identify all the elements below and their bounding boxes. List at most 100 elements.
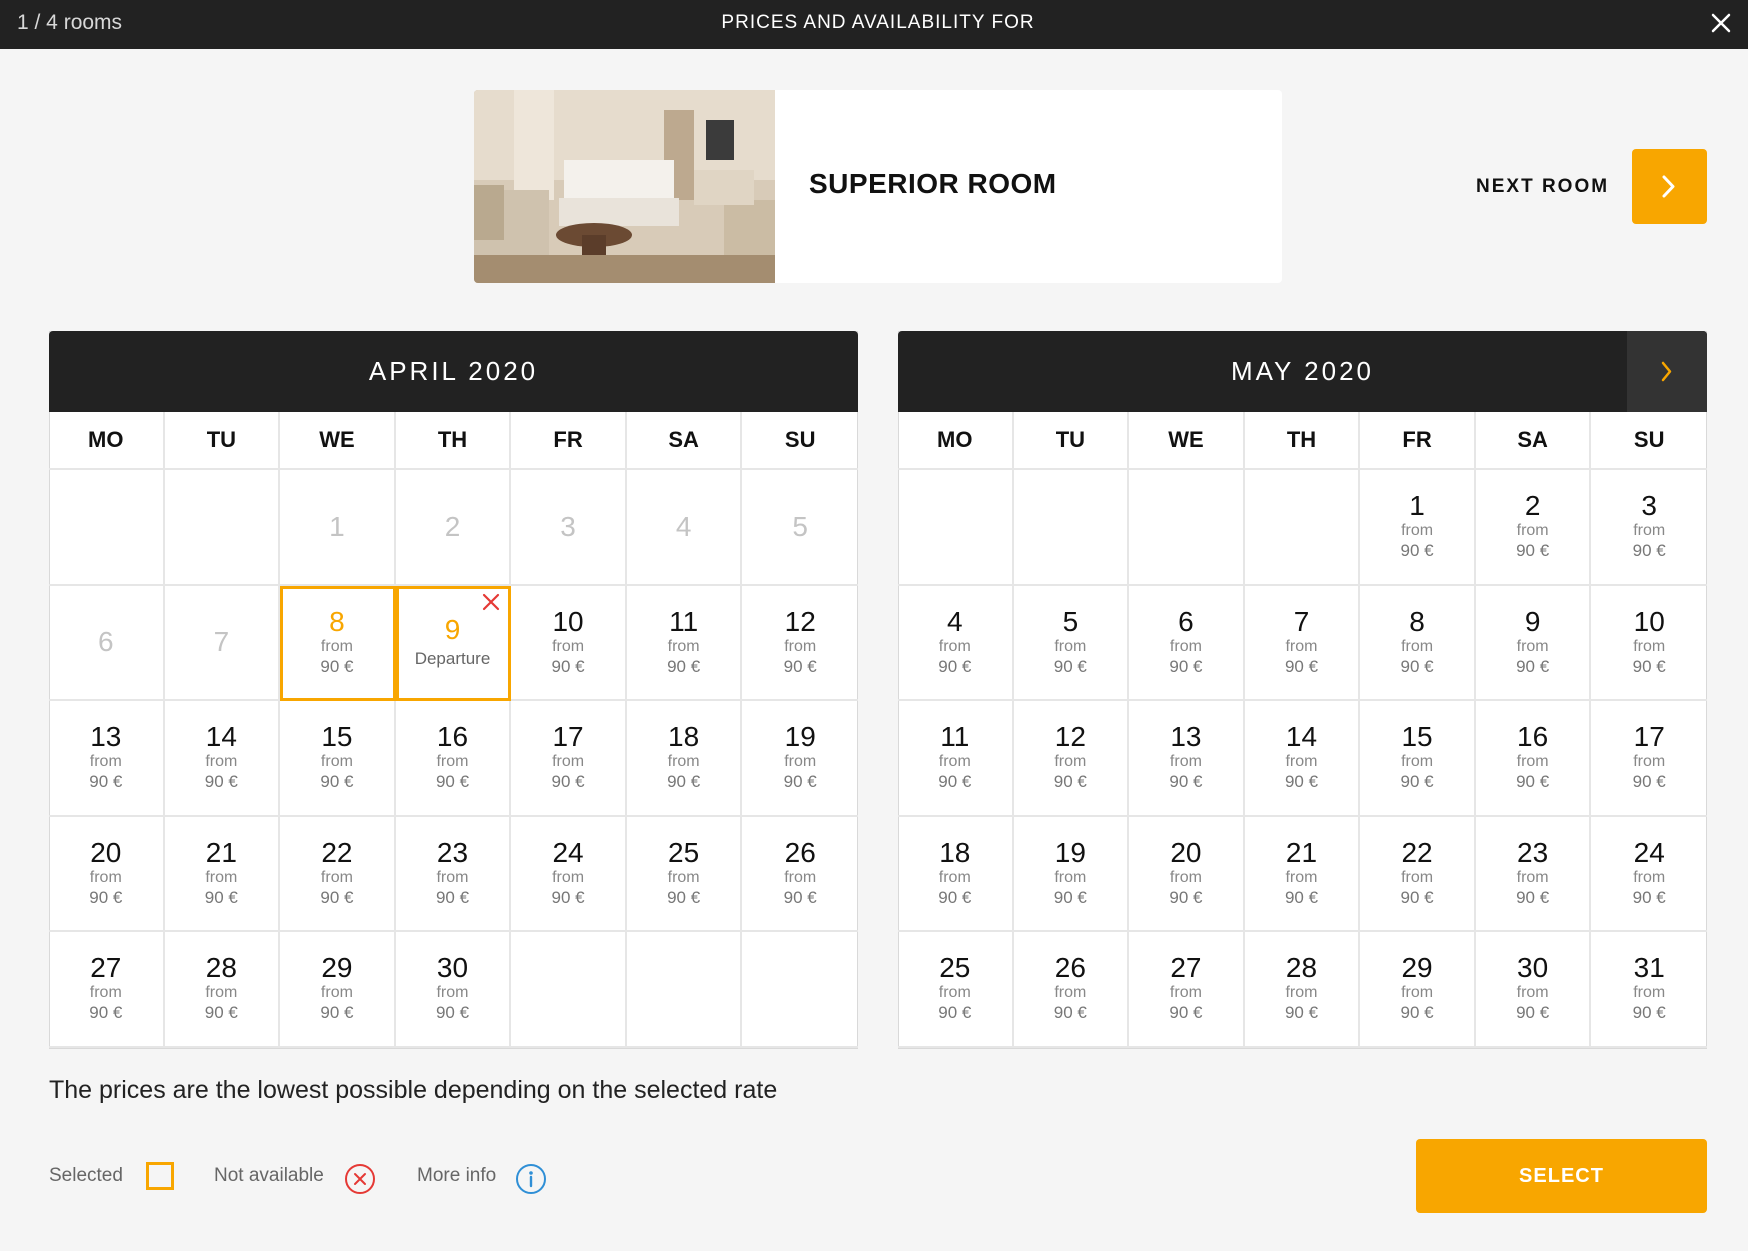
price-from-label: from <box>320 637 353 655</box>
day-cell[interactable]: 27 from 90 € <box>49 932 165 1048</box>
day-cell[interactable]: 30 from 90 € <box>1475 932 1592 1048</box>
price-from-label: from <box>1633 984 1666 1002</box>
day-cell[interactable]: 24 from 90 € <box>1591 817 1707 932</box>
day-cell[interactable]: 29 from 90 € <box>1360 932 1476 1048</box>
empty-day-cell <box>511 932 627 1048</box>
price-from-label: from <box>1285 984 1318 1002</box>
price-from-label: from <box>1169 753 1202 771</box>
day-cell[interactable]: 22 from 90 € <box>1360 816 1476 932</box>
weekday-header: WE <box>1129 412 1245 470</box>
day-cell[interactable]: 8 from 90 € <box>1360 585 1476 701</box>
day-price: 90 € <box>938 656 972 676</box>
day-cell[interactable]: 19 from 90 € <box>1013 816 1130 932</box>
day-number: 20 <box>90 836 122 868</box>
day-cell[interactable]: 27 from 90 € <box>1129 932 1245 1048</box>
day-cell[interactable]: 21 from 90 € <box>164 816 281 932</box>
day-cell[interactable]: 23 from 90 € <box>1475 816 1592 932</box>
day-number: 31 <box>1633 952 1665 984</box>
day-cell[interactable]: 19 from 90 € <box>742 701 858 817</box>
weekday-header: WE <box>280 412 396 470</box>
day-cell[interactable]: 10 from 90 € <box>1591 586 1707 701</box>
day-cell[interactable]: 1 from 90 € <box>1360 470 1476 586</box>
select-button[interactable]: SELECT <box>1416 1139 1707 1213</box>
day-cell[interactable]: 20 from 90 € <box>49 816 165 932</box>
day-price: 90 € <box>320 656 354 676</box>
next-room-label[interactable]: NEXT ROOM <box>1476 176 1609 198</box>
day-number: 1 <box>329 510 345 542</box>
day-cell[interactable]: 24 from 90 € <box>511 816 627 932</box>
next-room-button[interactable] <box>1632 149 1707 224</box>
day-cell[interactable]: 9 from 90 € <box>1475 585 1592 701</box>
day-cell[interactable]: 18 from 90 € <box>626 701 743 817</box>
price-from-label: from <box>1633 753 1666 771</box>
day-cell[interactable]: 10 from 90 € <box>511 585 627 701</box>
day-cell[interactable]: 6 from 90 € <box>1129 585 1245 701</box>
day-cell[interactable]: 28 from 90 € <box>164 932 281 1048</box>
day-cell[interactable]: 15 from 90 € <box>280 701 396 817</box>
day-number: 28 <box>1285 952 1318 984</box>
day-number: 26 <box>1054 952 1086 984</box>
weekday-header: SA <box>626 412 743 470</box>
day-price: 90 € <box>1516 541 1550 561</box>
price-from-label: from <box>1516 868 1549 886</box>
day-cell[interactable]: 15 from 90 € <box>1360 701 1476 817</box>
day-price: 90 € <box>551 887 585 907</box>
day-cell[interactable]: 3 from 90 € <box>1591 470 1707 586</box>
day-cell[interactable]: 12 from 90 € <box>742 586 858 701</box>
weekday-header: MO <box>898 412 1014 470</box>
day-price: 90 € <box>1169 656 1203 676</box>
day-cell[interactable]: 17 from 90 € <box>1591 701 1707 817</box>
day-cell[interactable]: 13 from 90 € <box>49 701 165 817</box>
day-cell[interactable]: 16 from 90 € <box>395 701 512 817</box>
day-price: 90 € <box>783 772 817 792</box>
price-from-label: from <box>1516 984 1549 1002</box>
day-number: 26 <box>784 836 816 868</box>
day-number: 6 <box>1178 605 1194 637</box>
day-cell[interactable]: 26 from 90 € <box>742 817 858 932</box>
day-cell[interactable]: 18 from 90 € <box>898 816 1014 932</box>
day-cell[interactable]: 25 from 90 € <box>626 816 743 932</box>
day-cell[interactable]: 13 from 90 € <box>1129 701 1245 817</box>
day-price: 90 € <box>1632 656 1666 676</box>
day-cell[interactable]: 30 from 90 € <box>395 932 512 1048</box>
day-cell[interactable]: 16 from 90 € <box>1475 701 1592 817</box>
day-number: 9 <box>1524 605 1541 637</box>
price-from-label: from <box>1285 868 1318 886</box>
day-cell[interactable]: 29 from 90 € <box>280 932 396 1048</box>
day-cell[interactable]: 2 from 90 € <box>1475 470 1592 586</box>
day-cell[interactable]: 20 from 90 € <box>1129 816 1245 932</box>
day-cell[interactable]: 25 from 90 € <box>898 932 1014 1048</box>
day-cell[interactable]: 21 from 90 € <box>1244 816 1361 932</box>
weekday-header: TH <box>395 412 512 470</box>
day-cell[interactable]: 5 from 90 € <box>1013 585 1130 701</box>
day-cell[interactable]: 31 from 90 € <box>1591 932 1707 1048</box>
day-number: 22 <box>321 836 353 868</box>
day-cell[interactable]: 4 from 90 € <box>898 585 1014 701</box>
price-from-label: from <box>436 984 469 1002</box>
day-cell[interactable]: 11 from 90 € <box>626 585 743 701</box>
day-cell[interactable]: 12 from 90 € <box>1013 701 1130 817</box>
day-cell[interactable]: 14 from 90 € <box>164 701 281 817</box>
info-icon[interactable] <box>515 1163 547 1195</box>
selected-swatch-icon <box>146 1162 174 1190</box>
close-button[interactable] <box>1704 6 1738 40</box>
day-cell[interactable]: 17 from 90 € <box>511 701 627 817</box>
room-card: SUPERIOR ROOM <box>474 90 1282 283</box>
day-cell[interactable]: 11 from 90 € <box>898 701 1014 817</box>
price-note: The prices are the lowest possible depen… <box>49 1076 778 1104</box>
price-from-label: from <box>1633 637 1666 655</box>
calendar-april: APRIL 2020 MO TU WE TH FR SA SU 1 2 3 4 5 6 7 8 from 90 … <box>49 331 858 1049</box>
room-name: SUPERIOR ROOM <box>809 168 1057 199</box>
day-cell[interactable]: 7 from 90 € <box>1244 585 1361 701</box>
next-month-button[interactable] <box>1627 331 1707 412</box>
day-cell[interactable]: 28 from 90 € <box>1244 932 1361 1048</box>
price-from-label: from <box>1516 637 1549 655</box>
day-price: 90 € <box>1632 887 1666 907</box>
day-cell[interactable]: 8 from 90 € <box>280 585 396 701</box>
day-cell[interactable]: 23 from 90 € <box>395 816 512 932</box>
day-cell[interactable]: 22 from 90 € <box>280 816 396 932</box>
day-cell[interactable]: 14 from 90 € <box>1244 701 1361 817</box>
day-cell[interactable]: 9 Departure <box>395 585 512 701</box>
clear-selection-icon[interactable] <box>481 592 501 612</box>
day-cell[interactable]: 26 from 90 € <box>1013 932 1130 1048</box>
